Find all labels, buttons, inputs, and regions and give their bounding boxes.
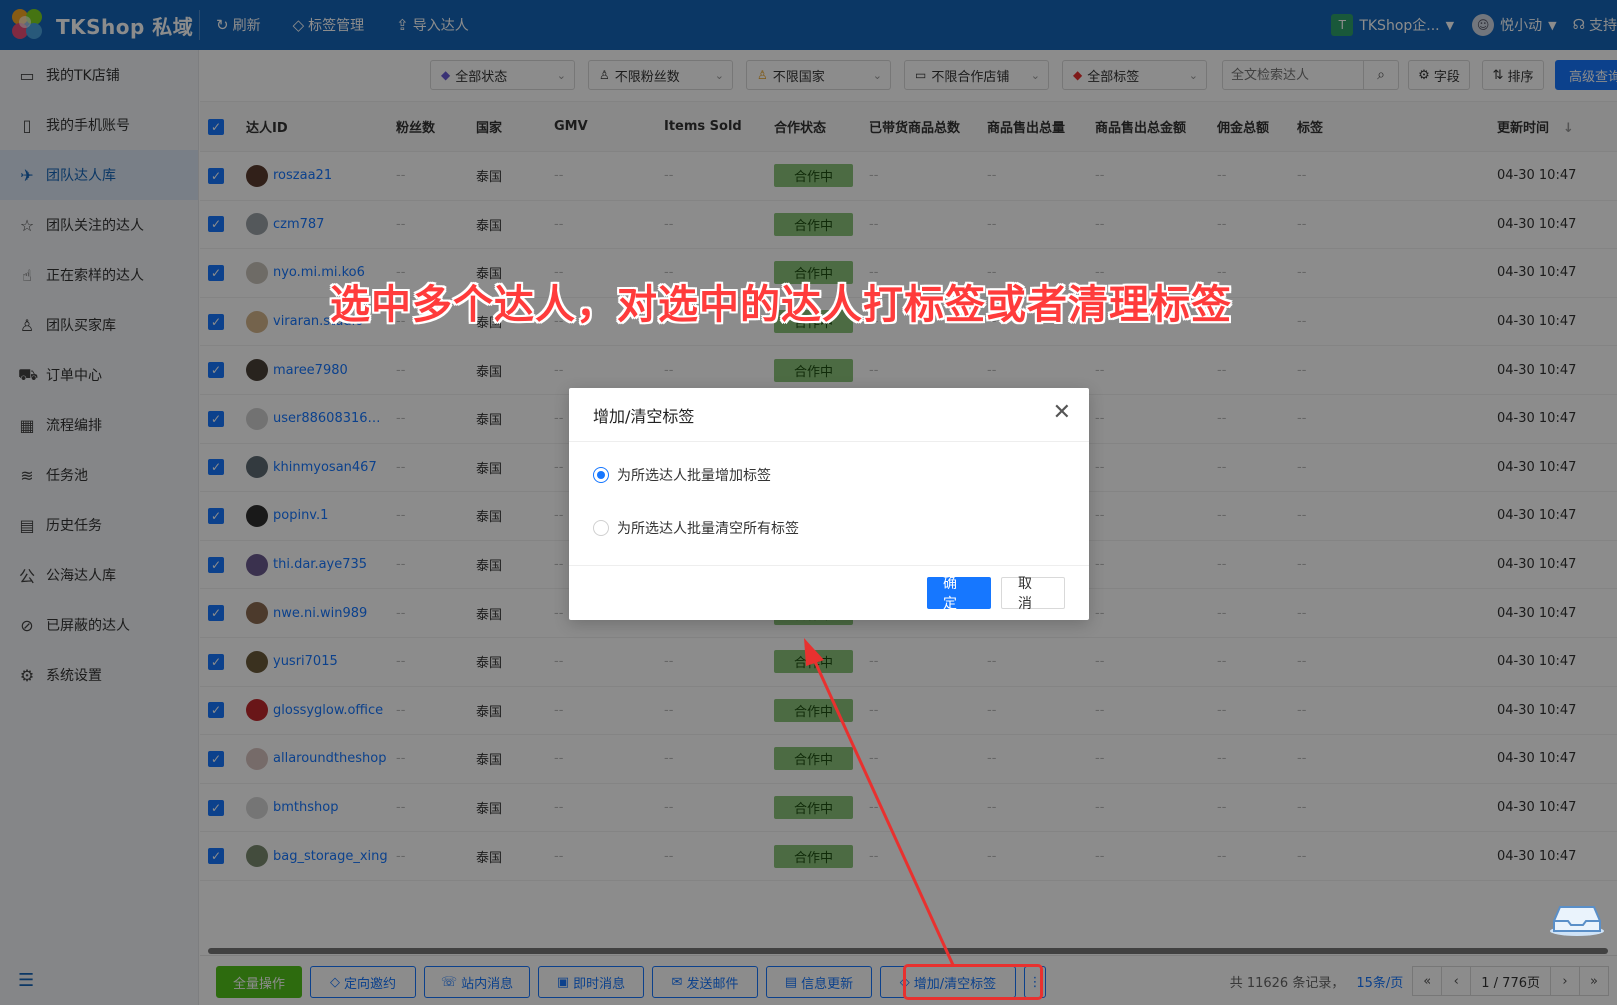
close-icon[interactable]: ✕ [1053,402,1071,424]
inbox-icon[interactable] [1548,897,1606,937]
confirm-button[interactable]: 确 定 [927,576,991,612]
option-label: 为所选达人批量清空所有标签 [617,521,799,537]
radio-button[interactable] [593,520,609,536]
radio-button[interactable] [593,467,609,483]
dialog-footer: 确 定 取 消 [569,566,1089,619]
cancel-button[interactable]: 取 消 [1001,576,1065,612]
dialog-body: 为所选达人批量增加标签为所选达人批量清空所有标签 [569,442,1089,566]
dialog-title: 增加/清空标签 [593,406,695,426]
tag-button-highlight [903,964,1043,1000]
tag-option-1[interactable]: 为所选达人批量清空所有标签 [593,518,799,538]
annotation-text: 选中多个达人，对选中的达人打标签或者清理标签 [330,282,1232,328]
option-label: 为所选达人批量增加标签 [617,468,771,484]
tag-dialog: 增加/清空标签 ✕ 为所选达人批量增加标签为所选达人批量清空所有标签 确 定 取… [569,388,1089,620]
dialog-header: 增加/清空标签 [569,388,1089,442]
tag-option-0[interactable]: 为所选达人批量增加标签 [593,465,771,485]
